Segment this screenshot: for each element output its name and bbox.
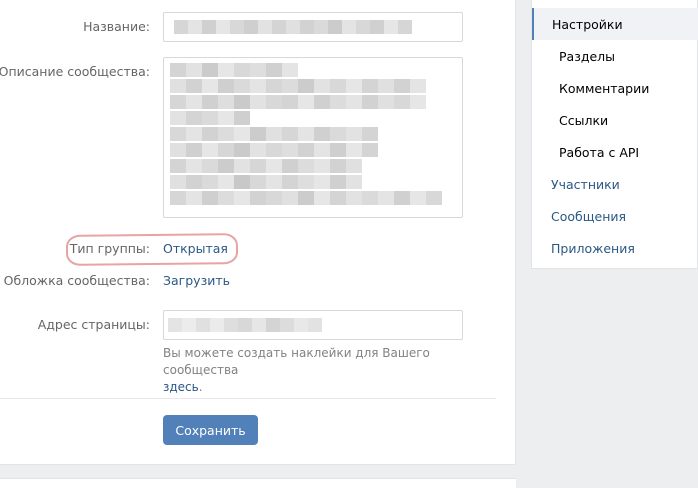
group-type-label: Тип группы:: [69, 241, 150, 256]
blurred-description-line: [170, 175, 362, 189]
cover-label: Обложка сообщества:: [3, 273, 150, 288]
blurred-description-line: [170, 143, 378, 157]
blurred-description-line: [170, 111, 250, 125]
menu-item-settings[interactable]: Настройки: [532, 8, 698, 40]
name-field[interactable]: [163, 12, 463, 42]
save-button[interactable]: Сохранить: [163, 415, 258, 445]
blurred-address-text: [168, 318, 322, 332]
blurred-description-line: [170, 79, 426, 93]
stickers-hint: Вы можете создать наклейки для Вашего со…: [163, 345, 508, 396]
hint-end: .: [198, 380, 203, 394]
group-type-link[interactable]: Открытая: [163, 241, 228, 256]
blurred-description-line: [170, 191, 442, 205]
description-textarea[interactable]: [163, 57, 463, 218]
blurred-name-text: [174, 20, 412, 34]
blurred-description-line: [170, 127, 378, 141]
blurred-description-line: [170, 95, 426, 109]
hint-here-link[interactable]: здесь: [163, 380, 199, 394]
address-field[interactable]: [163, 310, 463, 340]
hint-text: Вы можете создать наклейки для Вашего со…: [163, 346, 430, 377]
menu-item-apps[interactable]: Приложения: [532, 232, 698, 264]
menu-item-messages[interactable]: Сообщения: [532, 200, 698, 232]
menu-item-links[interactable]: Ссылки: [532, 104, 698, 136]
menu-item-api[interactable]: Работа с API: [532, 136, 698, 168]
cover-upload-link[interactable]: Загрузить: [163, 273, 230, 288]
form-divider: [0, 398, 496, 399]
address-label: Адрес страницы:: [37, 317, 150, 332]
menu-item-comments[interactable]: Комментарии: [532, 72, 698, 104]
description-label: Описание сообщества:: [0, 64, 150, 79]
next-panel-edge: [0, 478, 516, 488]
name-label: Название:: [83, 19, 150, 34]
blurred-description-line: [170, 159, 362, 173]
settings-side-menu: Настройки Разделы Комментарии Ссылки Раб…: [531, 0, 698, 269]
menu-item-sections[interactable]: Разделы: [532, 40, 698, 72]
blurred-description-line: [170, 63, 298, 77]
menu-item-members[interactable]: Участники: [532, 168, 698, 200]
settings-form-panel: Название: Описание сообщества: Тип групп…: [0, 0, 516, 465]
